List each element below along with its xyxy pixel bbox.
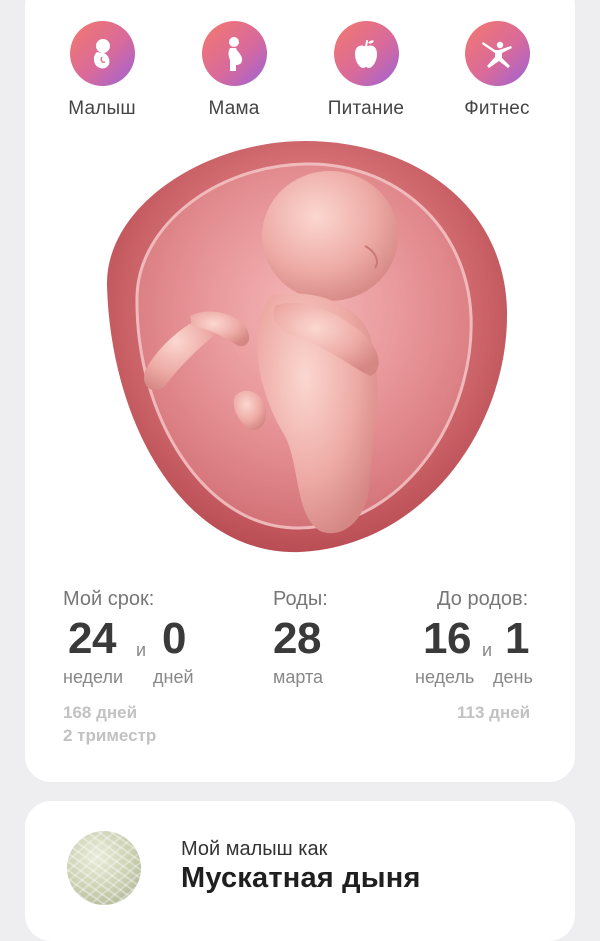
until-birth-title: До родов: [437, 588, 529, 610]
until-conjunction: и [482, 640, 493, 660]
term-total-days: 168 дней [63, 703, 138, 722]
baby-size-fruit: Мускатная дыня [181, 862, 421, 894]
category-label: Фитнес [464, 98, 530, 119]
cantaloupe-melon-icon [67, 831, 141, 905]
category-baby[interactable]: Малыш [42, 21, 162, 120]
apple-icon [333, 21, 399, 86]
category-label: Питание [327, 98, 405, 119]
term-title: Мой срок: [63, 588, 155, 610]
birth-month: марта [273, 667, 324, 687]
fetus-illustration [106, 141, 508, 553]
category-label: Малыш [68, 98, 136, 119]
until-total-days: 113 дней [457, 703, 531, 722]
fitness-icon [464, 21, 530, 86]
baby-size-caption: Мой малыш как [181, 838, 328, 860]
term-trimester: 2 триместр [63, 726, 157, 745]
term-weeks-unit: недели [63, 667, 124, 687]
birth-day-value: 28 [273, 614, 321, 663]
until-weeks-unit: недель [415, 667, 475, 687]
term-days-value: 0 [162, 614, 186, 663]
baby-icon [69, 21, 135, 86]
until-weeks-value: 16 [423, 614, 471, 663]
category-nutrition[interactable]: Питание [306, 21, 426, 120]
until-days-unit: день [493, 667, 533, 687]
term-days-unit: дней [153, 667, 194, 687]
birth-title: Роды: [273, 588, 328, 610]
category-label: Мама [208, 98, 260, 119]
pregnant-woman-icon [201, 21, 267, 86]
category-mom[interactable]: Мама [174, 21, 294, 120]
term-weeks-value: 24 [68, 614, 116, 663]
until-days-value: 1 [505, 614, 529, 663]
term-conjunction: и [136, 640, 147, 660]
category-fitness[interactable]: Фитнес [437, 21, 557, 120]
